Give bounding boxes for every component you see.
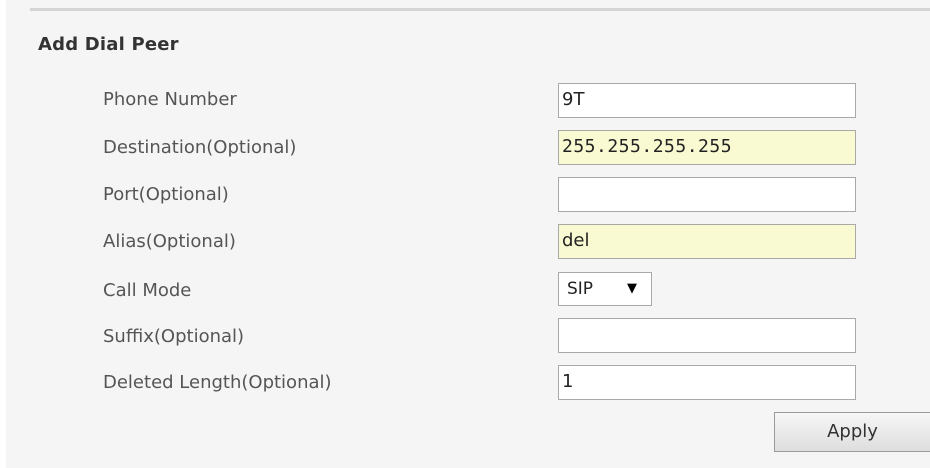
call-mode-select[interactable]: SIP ▼ xyxy=(558,272,652,306)
port-input[interactable] xyxy=(558,177,856,212)
deleted-length-input[interactable]: 1 xyxy=(558,365,856,400)
alias-input[interactable]: del xyxy=(558,224,856,259)
dial-peer-panel: Add Dial Peer Phone Number 9T Destinatio… xyxy=(6,0,930,468)
suffix-input[interactable] xyxy=(558,318,856,353)
port-label: Port(Optional) xyxy=(103,184,229,205)
destination-label: Destination(Optional) xyxy=(103,137,297,158)
call-mode-selected-value: SIP xyxy=(567,279,594,299)
destination-input[interactable]: 255.255.255.255 xyxy=(558,130,856,165)
caret-down-icon: ▼ xyxy=(627,281,637,296)
deleted-length-label: Deleted Length(Optional) xyxy=(103,372,332,393)
call-mode-label: Call Mode xyxy=(103,280,192,301)
alias-label: Alias(Optional) xyxy=(103,231,236,252)
section-divider xyxy=(30,8,930,11)
apply-button[interactable]: Apply xyxy=(774,412,930,452)
phone-number-input[interactable]: 9T xyxy=(558,83,856,118)
section-title: Add Dial Peer xyxy=(38,34,179,55)
phone-number-label: Phone Number xyxy=(103,89,237,110)
suffix-label: Suffix(Optional) xyxy=(103,326,245,347)
